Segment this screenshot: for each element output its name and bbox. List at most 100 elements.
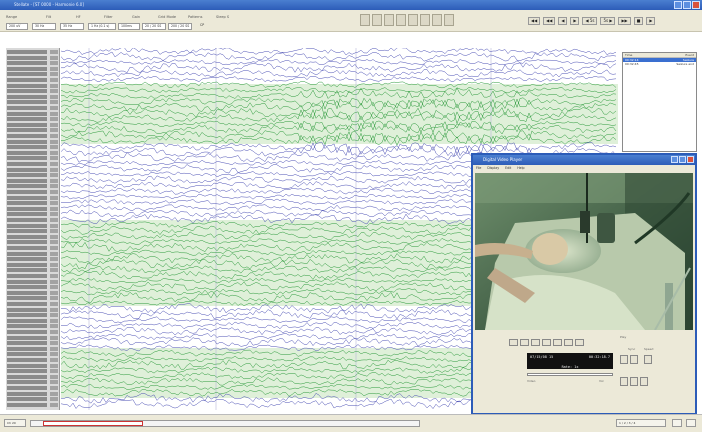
channel-label[interactable] <box>7 94 47 99</box>
channel-label[interactable] <box>7 128 47 133</box>
camera-icon[interactable] <box>520 339 529 346</box>
channel-label[interactable] <box>7 234 47 239</box>
channel-label[interactable] <box>7 346 47 351</box>
channel-label[interactable] <box>7 111 47 116</box>
channel-label[interactable] <box>7 262 47 267</box>
pattern-select[interactable]: 200 / 20 SS <box>168 23 192 30</box>
channel-label[interactable] <box>7 72 47 77</box>
video-icon[interactable] <box>432 14 442 26</box>
channel-label[interactable] <box>7 190 47 194</box>
channel-label[interactable] <box>7 257 47 262</box>
snapshot-icon[interactable] <box>620 377 628 386</box>
hf-select[interactable]: 35 Hz <box>60 23 84 30</box>
channel-label[interactable] <box>7 173 47 178</box>
minimize-icon[interactable] <box>674 1 682 9</box>
video-title-bar[interactable]: Digital Video Player <box>473 155 695 165</box>
channel-label[interactable] <box>7 206 47 211</box>
next-button[interactable]: ▶ <box>570 17 580 25</box>
channel-label[interactable] <box>7 162 47 166</box>
channel-label[interactable] <box>7 397 47 402</box>
channel-label[interactable] <box>7 178 47 183</box>
stop-button[interactable]: ■ <box>633 17 644 25</box>
channel-label[interactable] <box>7 290 47 295</box>
first-page-button[interactable]: ◀◀ <box>528 17 541 25</box>
channel-label[interactable] <box>7 274 47 278</box>
play-button[interactable]: ▶ <box>646 17 656 25</box>
scrollbar-thumb[interactable] <box>43 421 143 426</box>
channel-label[interactable] <box>7 134 47 138</box>
video-frame[interactable] <box>475 173 693 330</box>
channel-label[interactable] <box>7 218 47 222</box>
channel-label[interactable] <box>7 100 47 105</box>
rewind-icon[interactable] <box>531 339 540 346</box>
channel-label[interactable] <box>7 212 47 217</box>
step-back-icon[interactable] <box>509 339 518 346</box>
grid-select[interactable]: 20 / 20 SS <box>142 23 166 30</box>
channel-label[interactable] <box>7 150 47 155</box>
channel-label[interactable] <box>7 89 47 94</box>
channel-label[interactable] <box>7 117 47 122</box>
last-page-button[interactable]: ▶▶ <box>618 17 631 25</box>
prev-page-button[interactable]: ◀◀ <box>543 17 556 25</box>
status-icon-a[interactable] <box>672 419 682 427</box>
video-menu-display[interactable]: Display <box>487 165 499 171</box>
prev-button[interactable]: ◀ <box>558 17 568 25</box>
close-icon[interactable] <box>687 156 694 163</box>
channel-label[interactable] <box>7 335 47 340</box>
channel-label[interactable] <box>7 251 47 256</box>
gain-select[interactable]: 100ms <box>118 23 140 30</box>
channel-label[interactable] <box>7 374 47 379</box>
channel-label[interactable] <box>7 50 47 54</box>
channel-label[interactable] <box>7 246 47 250</box>
channel-label[interactable] <box>7 391 47 396</box>
forward-icon[interactable] <box>564 339 573 346</box>
filter-select[interactable]: 1 Hz (0.1 s) <box>88 23 116 30</box>
speed-icon[interactable] <box>644 355 652 364</box>
channel-label[interactable] <box>7 66 47 71</box>
marker-icon[interactable] <box>372 14 382 26</box>
channel-label[interactable] <box>7 55 47 60</box>
chart-icon[interactable] <box>408 14 418 26</box>
video-player-window[interactable]: Digital Video Player File Display Edit H… <box>471 153 697 415</box>
channel-label[interactable] <box>7 61 47 66</box>
channel-label[interactable] <box>7 296 47 301</box>
channel-label[interactable] <box>7 139 47 144</box>
fullscreen-icon[interactable] <box>640 377 648 386</box>
channel-label[interactable] <box>7 83 47 88</box>
channel-label[interactable] <box>7 352 47 357</box>
step-forward-icon[interactable] <box>575 339 584 346</box>
channel-label[interactable] <box>7 223 47 228</box>
zoom-icon[interactable] <box>360 14 370 26</box>
settings-icon[interactable] <box>444 14 454 26</box>
montage-icon[interactable] <box>384 14 394 26</box>
channel-label[interactable] <box>7 240 47 245</box>
video-position-slider[interactable] <box>527 373 613 376</box>
channel-label[interactable] <box>7 184 47 189</box>
channel-label[interactable] <box>7 402 47 407</box>
video-menu-edit[interactable]: Edit <box>505 165 511 171</box>
channel-label[interactable] <box>7 167 47 172</box>
maximize-icon[interactable] <box>683 1 691 9</box>
channel-label[interactable] <box>7 369 47 374</box>
channel-label[interactable] <box>7 386 47 390</box>
channel-label[interactable] <box>7 380 47 385</box>
channel-label[interactable] <box>7 156 47 161</box>
video-menu-file[interactable]: File <box>476 165 481 171</box>
channel-label[interactable] <box>7 341 47 346</box>
close-icon[interactable] <box>692 1 700 9</box>
fwd-5s-button[interactable]: 5s ▶ <box>600 17 616 25</box>
video-menu-help[interactable]: Help <box>517 165 524 171</box>
pause-icon[interactable] <box>553 339 562 346</box>
channel-label[interactable] <box>7 195 47 200</box>
channel-label[interactable] <box>7 279 47 284</box>
channel-label[interactable] <box>7 330 47 334</box>
filt-select[interactable]: 30 Hz <box>32 23 56 30</box>
channel-label[interactable] <box>7 145 47 150</box>
channel-label[interactable] <box>7 285 47 290</box>
channel-label[interactable] <box>7 358 47 362</box>
channel-label[interactable] <box>7 106 47 110</box>
channel-label[interactable] <box>7 78 47 82</box>
channel-label[interactable] <box>7 307 47 312</box>
channel-label[interactable] <box>7 302 47 306</box>
channel-label[interactable] <box>7 201 47 206</box>
